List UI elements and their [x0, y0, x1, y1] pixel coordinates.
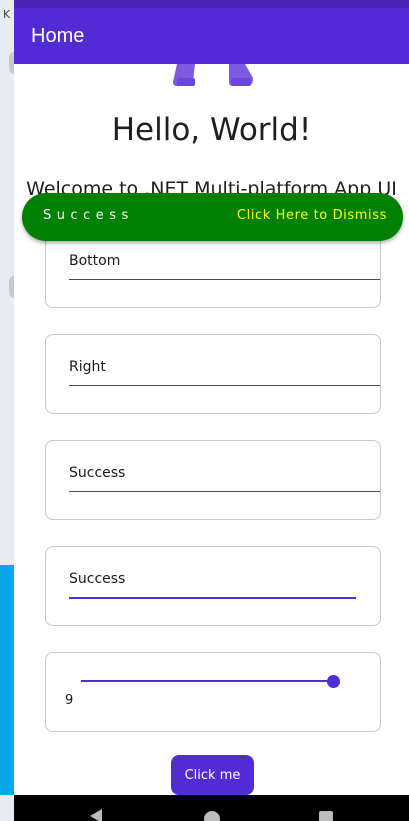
entry-value: Bottom — [69, 253, 121, 269]
entry-underline — [69, 385, 380, 386]
toast-message: Success — [43, 208, 134, 223]
style-entry[interactable]: Success — [69, 465, 380, 492]
entry-card-success: Success — [45, 440, 381, 520]
position-entry[interactable]: Bottom — [69, 253, 380, 280]
system-navigation-bar — [14, 795, 409, 821]
background-window: K — [0, 0, 19, 821]
status-bar — [14, 0, 409, 8]
hello-heading: Hello, World! — [111, 112, 312, 148]
slider-thumb[interactable] — [327, 675, 340, 688]
app-bar: Home — [14, 8, 409, 64]
slider-value-label: 9 — [65, 693, 74, 708]
entry-value: Right — [69, 359, 106, 375]
toast-notification: Success Click Here to Dismiss — [22, 193, 403, 241]
recent-apps-icon[interactable] — [319, 811, 333, 821]
entry-underline — [69, 491, 380, 492]
entry-card-right: Right — [45, 334, 381, 414]
entry-card-success-focused: Success — [45, 546, 381, 626]
device-screen: K Home Hello, World! Welcome to .NET Mul… — [0, 0, 409, 821]
app-window: Home Hello, World! Welcome to .NET Multi… — [14, 0, 409, 821]
entry-value: Success — [69, 465, 126, 481]
click-me-button[interactable]: Click me — [171, 755, 254, 795]
entry-underline — [69, 279, 380, 280]
entry-value: Success — [69, 571, 126, 587]
home-icon[interactable] — [204, 811, 220, 821]
background-window-panel — [0, 565, 14, 795]
back-icon[interactable] — [90, 809, 102, 821]
toast-dismiss-button[interactable]: Click Here to Dismiss — [237, 208, 387, 223]
dotnet-bot-image — [173, 64, 253, 86]
background-window-letter: K — [3, 8, 11, 21]
alignment-entry[interactable]: Right — [69, 359, 380, 386]
slider-card: 9 — [45, 652, 381, 732]
page-title: Home — [31, 24, 85, 47]
slider-track[interactable] — [81, 680, 333, 682]
entry-underline — [69, 597, 356, 599]
message-entry[interactable]: Success — [69, 571, 356, 599]
